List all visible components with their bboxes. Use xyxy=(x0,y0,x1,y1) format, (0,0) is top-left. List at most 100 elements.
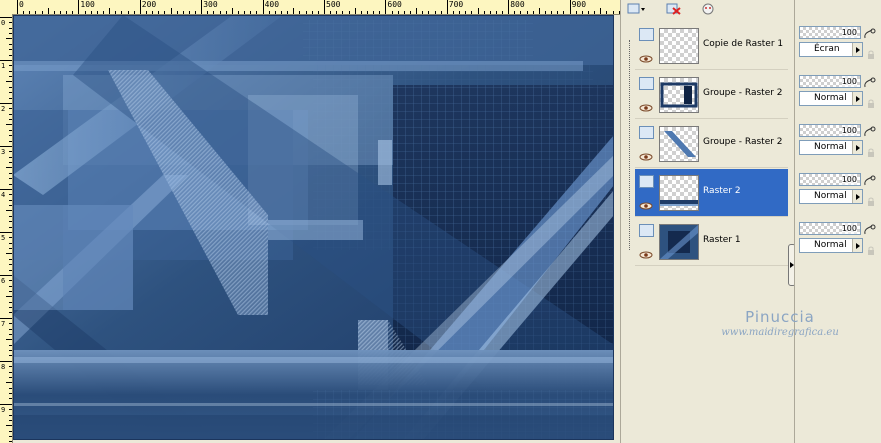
ruler-label: 200 xyxy=(141,0,157,9)
layer-name: Groupe - Raster 2 xyxy=(703,88,783,98)
blend-mode-dropdown[interactable]: Normal xyxy=(799,91,863,106)
canvas-area[interactable]: 0 100 200 300 400 500 600 700 800 900 0 1 2 3 4 5 6 7 8 9 xyxy=(0,0,620,443)
ruler-minor-tick xyxy=(299,11,301,14)
link-icon[interactable] xyxy=(863,123,877,137)
ruler-minor-tick xyxy=(9,65,12,67)
eye-icon[interactable] xyxy=(639,48,653,63)
ruler-minor-tick xyxy=(538,8,540,14)
ruler-label: 4 xyxy=(1,190,6,199)
layer-row[interactable]: Groupe - Raster 2 xyxy=(635,120,788,168)
ruler-minor-tick xyxy=(9,183,12,185)
ruler-minor-tick xyxy=(287,11,289,14)
layer-type-icon[interactable] xyxy=(639,77,654,90)
layer-type-icon[interactable] xyxy=(639,28,654,41)
ruler-tick xyxy=(0,403,12,405)
dropdown-arrow-icon[interactable] xyxy=(852,239,862,252)
layers-panel: Copie de Raster 1 Groupe - Raster 2 Groupe… xyxy=(620,0,792,443)
ruler-label: 300 xyxy=(203,0,218,9)
link-icon[interactable] xyxy=(863,74,877,88)
lock-icon[interactable] xyxy=(867,191,875,206)
ruler-minor-tick xyxy=(9,70,12,72)
ruler-minor-tick xyxy=(9,290,12,292)
layer-row[interactable]: Copie de Raster 1 xyxy=(635,22,788,70)
ruler-minor-tick xyxy=(225,11,227,14)
link-icon[interactable] xyxy=(863,25,877,39)
layer-row[interactable]: Raster 2 xyxy=(635,169,788,217)
lock-icon[interactable] xyxy=(867,93,875,108)
blend-mode-dropdown[interactable]: Normal xyxy=(799,238,863,253)
blend-mode-dropdown[interactable]: Normal xyxy=(799,189,863,204)
blend-mode-value: Normal xyxy=(814,142,847,152)
ruler-minor-tick xyxy=(9,355,12,357)
link-icon[interactable] xyxy=(863,172,877,186)
lock-icon[interactable] xyxy=(867,142,875,157)
opacity-field[interactable]: 100 xyxy=(799,75,861,88)
ruler-tick xyxy=(0,102,12,104)
ruler-minor-tick xyxy=(109,8,111,14)
layer-type-icon[interactable] xyxy=(639,126,654,139)
eye-icon[interactable] xyxy=(639,244,653,259)
ruler-minor-tick xyxy=(452,11,454,14)
ruler-tick xyxy=(0,317,12,319)
ruler-minor-tick xyxy=(115,11,117,14)
opacity-field[interactable]: 100 xyxy=(799,124,861,137)
layer-thumbnail xyxy=(659,28,699,64)
blend-mode-dropdown[interactable]: Normal xyxy=(799,140,863,155)
eye-icon[interactable] xyxy=(639,146,653,161)
lock-icon[interactable] xyxy=(867,240,875,255)
ruler-minor-tick xyxy=(520,11,522,14)
ruler-minor-tick xyxy=(268,11,270,14)
ruler-tick xyxy=(508,0,510,14)
delete-layer-icon[interactable] xyxy=(666,0,682,15)
ruler-minor-tick xyxy=(465,11,467,14)
ruler-minor-tick xyxy=(330,11,332,14)
ruler-label: 0 xyxy=(19,0,24,9)
dropdown-arrow-icon[interactable] xyxy=(852,190,862,203)
ruler-minor-tick xyxy=(9,135,12,137)
ruler-minor-tick xyxy=(9,221,12,223)
layer-row[interactable]: Raster 1 xyxy=(635,218,788,266)
ruler-minor-tick xyxy=(563,11,565,14)
ruler-label: 800 xyxy=(510,0,525,9)
ruler-label: 0 xyxy=(1,19,6,27)
artwork-canvas[interactable] xyxy=(13,15,614,440)
ruler-minor-tick xyxy=(66,11,68,14)
ruler-minor-tick xyxy=(9,258,12,260)
opacity-field[interactable]: 100 xyxy=(799,173,861,186)
layer-type-icon[interactable] xyxy=(639,175,654,188)
watermark-name: Pinuccia xyxy=(745,308,815,326)
ruler-label: 6 xyxy=(1,276,6,285)
link-icon[interactable] xyxy=(863,221,877,235)
opacity-field[interactable]: 100 xyxy=(799,222,861,235)
blend-mode-dropdown[interactable]: Écran xyxy=(799,42,863,57)
mask-icon[interactable] xyxy=(701,0,715,15)
opacity-field[interactable]: 100 xyxy=(799,26,861,39)
opacity-value: 100 xyxy=(841,27,857,38)
lock-icon[interactable] xyxy=(867,44,875,59)
new-layer-icon[interactable] xyxy=(627,0,647,14)
ruler-label: 600 xyxy=(387,0,402,9)
ruler-minor-tick xyxy=(9,333,12,335)
layer-row[interactable]: Groupe - Raster 2 xyxy=(635,71,788,119)
ruler-tick xyxy=(262,0,264,14)
dropdown-arrow-icon[interactable] xyxy=(852,43,862,56)
ruler-minor-tick xyxy=(35,11,37,14)
blend-mode-value: Normal xyxy=(814,191,847,201)
ruler-tick xyxy=(0,231,12,233)
layer-type-icon[interactable] xyxy=(639,224,654,237)
eye-icon[interactable] xyxy=(639,97,653,112)
ruler-minor-tick xyxy=(9,113,12,115)
dropdown-arrow-icon[interactable] xyxy=(852,92,862,105)
ruler-minor-tick xyxy=(9,119,12,121)
ruler-minor-tick xyxy=(360,11,362,14)
eye-icon[interactable] xyxy=(639,195,653,210)
ruler-minor-tick xyxy=(9,350,12,352)
dropdown-arrow-icon[interactable] xyxy=(852,141,862,154)
ruler-tick xyxy=(569,0,571,14)
layer-name: Groupe - Raster 2 xyxy=(703,137,783,147)
ruler-minor-tick xyxy=(9,414,12,416)
ruler-minor-tick xyxy=(379,11,381,14)
ruler-minor-tick xyxy=(72,11,74,14)
ruler-minor-tick xyxy=(416,8,418,14)
ruler-minor-tick xyxy=(9,151,12,153)
